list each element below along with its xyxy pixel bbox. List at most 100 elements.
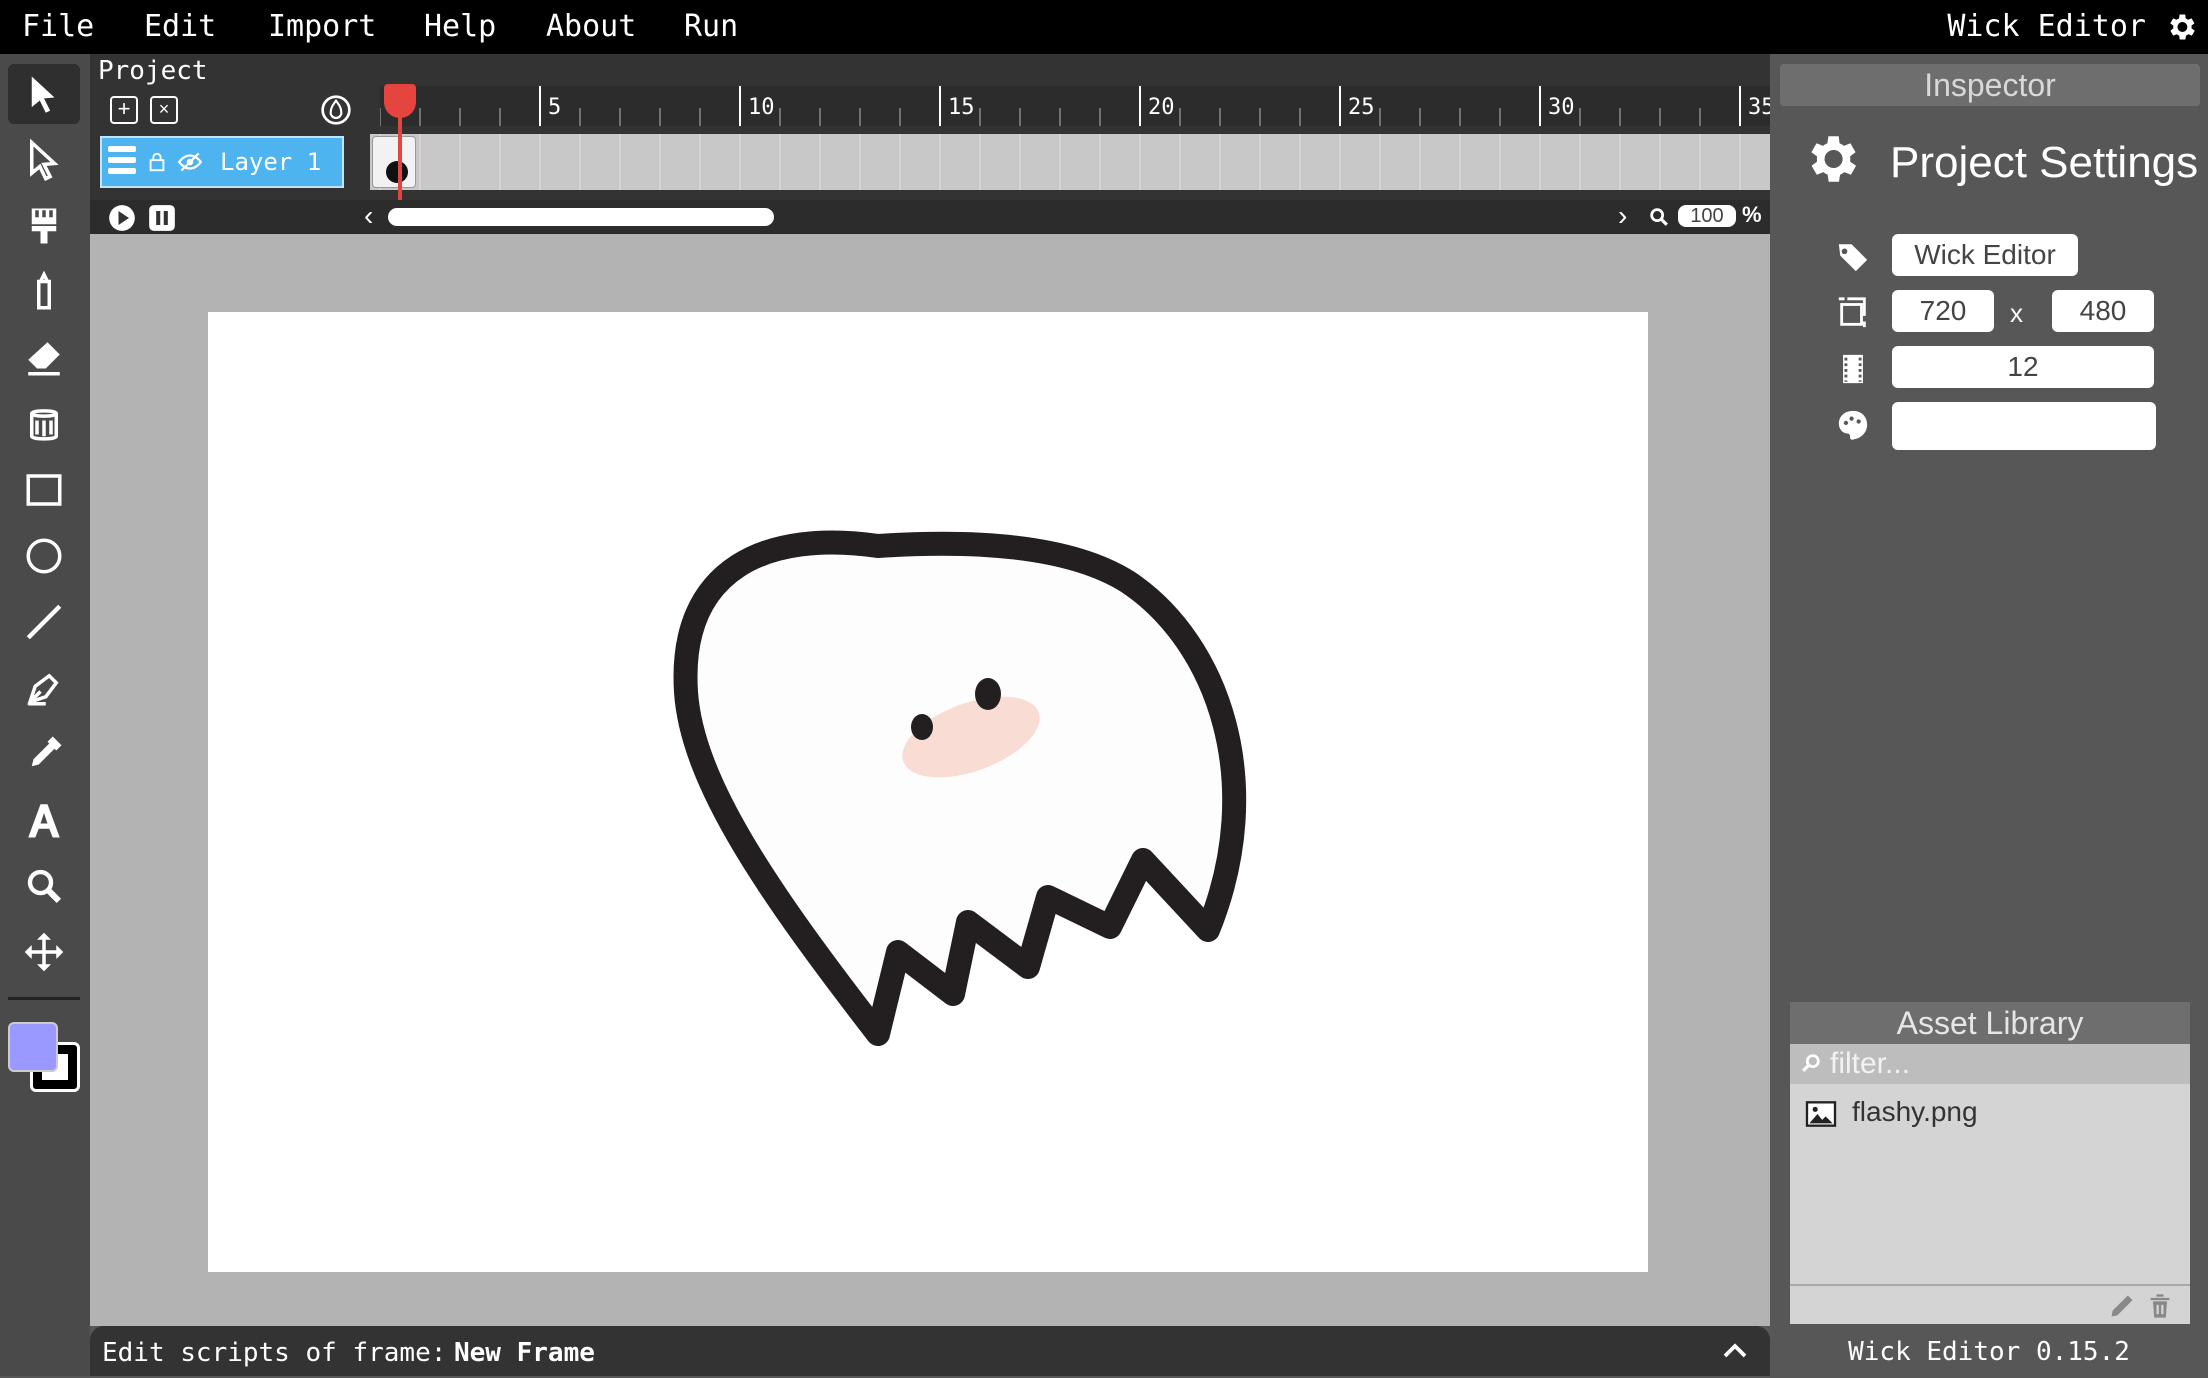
background-color-input[interactable] bbox=[1892, 402, 2156, 450]
version-label: Wick Editor 0.15.2 bbox=[1848, 1337, 2130, 1367]
canvas-height-input[interactable]: 480 bbox=[2052, 290, 2154, 332]
chevron-up-icon[interactable] bbox=[1720, 1336, 1750, 1366]
image-file-icon bbox=[1805, 1101, 1837, 1127]
fill-bucket-tool[interactable] bbox=[8, 394, 80, 454]
ellipse-tool[interactable] bbox=[8, 526, 80, 586]
fill-color-swatch[interactable] bbox=[8, 1022, 58, 1072]
ruler-label: 15 bbox=[948, 95, 975, 120]
menu-run[interactable]: Run bbox=[684, 0, 738, 54]
project-name-input[interactable]: Wick Editor bbox=[1892, 234, 2078, 276]
gear-icon[interactable] bbox=[2164, 10, 2198, 44]
rectangle-tool[interactable] bbox=[8, 460, 80, 520]
line-tool[interactable] bbox=[8, 592, 80, 652]
menu-bar: File Edit Import Help About Run Wick Edi… bbox=[0, 0, 2208, 54]
asset-library-title: Asset Library bbox=[1790, 1002, 2190, 1044]
breadcrumb-project[interactable]: Project bbox=[98, 56, 208, 86]
canvas-area[interactable] bbox=[90, 234, 1770, 1326]
ruler-label: 35 bbox=[1748, 95, 1770, 120]
chevron-left-icon[interactable]: ‹ bbox=[364, 200, 373, 232]
play-icon[interactable] bbox=[108, 204, 136, 232]
rectangle-icon bbox=[26, 474, 62, 506]
cursor-tool[interactable] bbox=[8, 64, 80, 124]
inspector-title: Inspector bbox=[1780, 64, 2200, 106]
asset-library-footer bbox=[1790, 1284, 2190, 1326]
edit-pencil-icon[interactable] bbox=[2108, 1292, 2136, 1320]
add-layer-icon[interactable]: + bbox=[110, 96, 138, 124]
eraser-tool[interactable] bbox=[8, 328, 80, 388]
film-strip-icon bbox=[1843, 354, 1863, 384]
tag-icon bbox=[1838, 244, 1868, 272]
pencil-icon bbox=[37, 271, 51, 310]
lock-icon[interactable] bbox=[146, 151, 168, 173]
ellipse-icon bbox=[26, 538, 62, 574]
asset-filter-input[interactable]: filter... bbox=[1790, 1044, 2190, 1084]
stage[interactable] bbox=[208, 312, 1648, 1272]
menu-about[interactable]: About bbox=[546, 0, 636, 54]
keyframe-dot bbox=[386, 161, 408, 183]
zoom-tool[interactable] bbox=[8, 856, 80, 916]
script-frame-name: New Frame bbox=[454, 1338, 595, 1368]
ruler-label: 5 bbox=[548, 95, 561, 120]
canvas-width-input[interactable]: 720 bbox=[1892, 290, 1994, 332]
text-tool[interactable] bbox=[8, 790, 80, 850]
path-cursor-icon bbox=[30, 139, 59, 181]
zoom-unit-label: % bbox=[1742, 202, 1762, 227]
layer-name[interactable]: Layer 1 bbox=[220, 148, 321, 176]
delete-layer-icon[interactable]: × bbox=[150, 96, 178, 124]
ghost-eye-left bbox=[911, 714, 933, 740]
zoom-magnifier-icon bbox=[1650, 208, 1668, 226]
onion-skin-icon[interactable] bbox=[320, 94, 352, 126]
pen-tool[interactable] bbox=[8, 658, 80, 718]
pan-tool[interactable] bbox=[8, 922, 80, 982]
pencil-tool[interactable] bbox=[8, 262, 80, 322]
timeline-scrollbar[interactable] bbox=[388, 208, 774, 226]
ghost-body bbox=[673, 530, 1247, 1046]
text-icon bbox=[28, 804, 60, 838]
asset-name: flashy.png bbox=[1852, 1096, 1978, 1127]
script-bar-label: Edit scripts of frame: bbox=[102, 1338, 447, 1368]
trash-icon[interactable] bbox=[2146, 1292, 2174, 1320]
frame-ruler[interactable]: 5 10 15 20 25 30 35 bbox=[380, 86, 1770, 126]
fill-bucket-icon bbox=[30, 409, 58, 441]
chevron-right-icon[interactable]: › bbox=[1618, 200, 1627, 232]
toolbar bbox=[0, 54, 90, 1376]
framerate-input[interactable]: 12 bbox=[1892, 346, 2154, 388]
pause-icon[interactable] bbox=[148, 204, 176, 232]
toolbar-divider bbox=[8, 997, 80, 1000]
frames-track[interactable] bbox=[370, 134, 1770, 190]
menu-edit[interactable]: Edit bbox=[144, 0, 216, 54]
ruler-label: 10 bbox=[748, 95, 775, 120]
ruler-label: 20 bbox=[1148, 95, 1175, 120]
eyedropper-icon bbox=[31, 736, 62, 767]
canvas-size-icon bbox=[1838, 297, 1866, 328]
cursor-icon bbox=[31, 76, 55, 113]
brush-icon bbox=[31, 208, 57, 244]
drag-handle-icon[interactable] bbox=[108, 146, 136, 178]
layer-row[interactable]: Layer 1 bbox=[100, 136, 344, 188]
brush-tool[interactable] bbox=[8, 196, 80, 256]
ruler-label: 25 bbox=[1348, 95, 1375, 120]
menu-help[interactable]: Help bbox=[424, 0, 496, 54]
hidden-eye-icon[interactable] bbox=[176, 149, 204, 175]
menu-file[interactable]: File bbox=[22, 0, 94, 54]
magnifier-icon bbox=[27, 869, 62, 904]
pen-nib-icon bbox=[27, 673, 59, 706]
ruler-label: 30 bbox=[1548, 95, 1575, 120]
ghost-drawing[interactable] bbox=[208, 312, 1648, 1272]
playhead-handle[interactable] bbox=[384, 84, 416, 118]
keyframe-1[interactable] bbox=[372, 136, 416, 188]
path-cursor-tool[interactable] bbox=[8, 130, 80, 190]
palette-icon bbox=[1838, 410, 1868, 440]
move-arrows-icon bbox=[24, 932, 64, 972]
eyedropper-tool[interactable] bbox=[8, 724, 80, 784]
size-separator: x bbox=[2010, 298, 2023, 328]
script-bar[interactable]: Edit scripts of frame: New Frame bbox=[90, 1326, 1770, 1376]
timeline-zoom-input[interactable]: 100 bbox=[1678, 205, 1736, 227]
menu-import[interactable]: Import bbox=[268, 0, 376, 54]
timeline-controls: ‹ › 100 % bbox=[90, 200, 1770, 234]
asset-library: Asset Library filter... flashy.png bbox=[1790, 1002, 2190, 1324]
search-icon bbox=[1802, 1054, 1820, 1072]
app-brand: Wick Editor bbox=[1947, 9, 2146, 44]
timeline: Project + × Layer 1 5 10 15 20 25 30 35 ‹ › 10… bbox=[90, 54, 1770, 236]
line-icon bbox=[26, 604, 62, 640]
